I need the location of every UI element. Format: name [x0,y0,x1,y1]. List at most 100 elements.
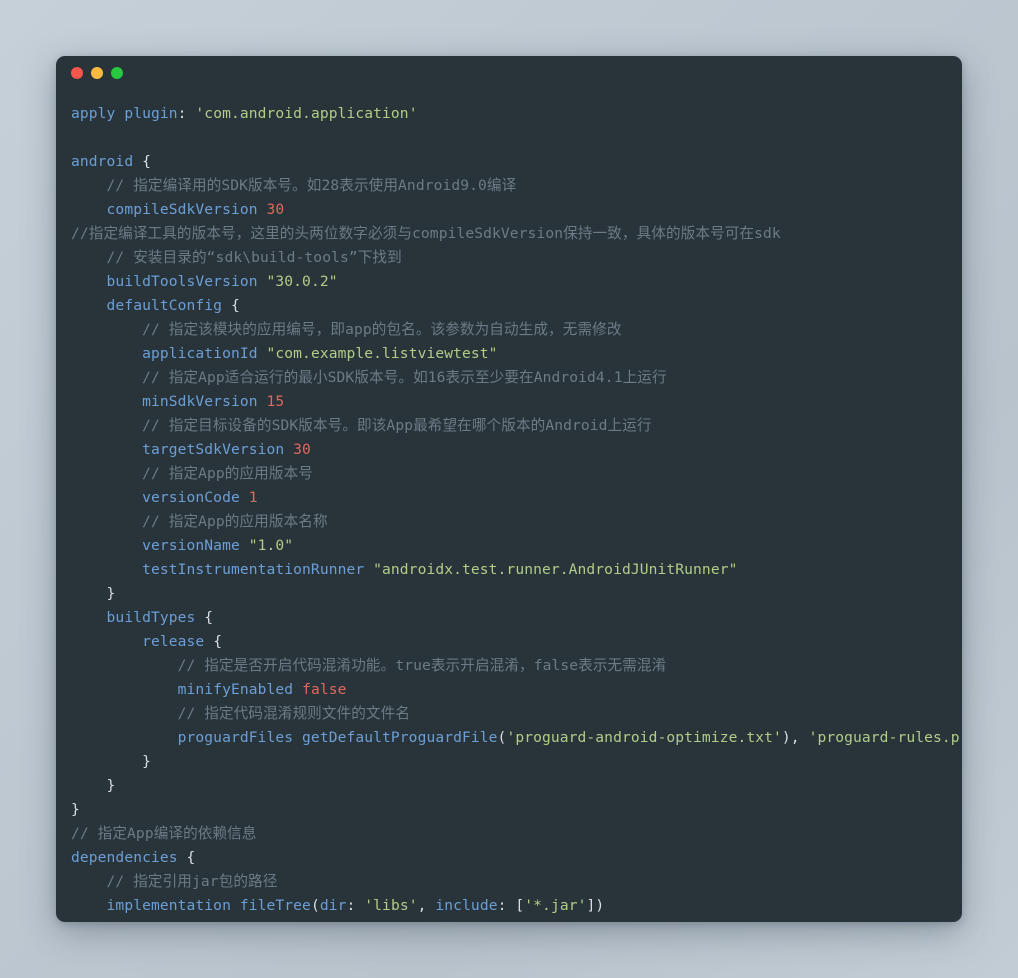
code-token-cmt: // 指定目标设备的SDK版本号。即该App最希望在哪个版本的Android上运… [142,417,652,434]
code-token-kw: versionName [142,537,240,554]
code-line: // 安装目录的“sdk\build-tools”下找到 [56,246,962,270]
code-line: // 指定App的应用版本号 [56,462,962,486]
code-line: proguardFiles getDefaultProguardFile('pr… [56,726,962,750]
code-window: apply plugin: 'com.android.application' … [56,56,962,922]
code-token-pn: } [106,585,116,602]
code-token-cmt: // 指定引用jar包的路径 [106,873,278,890]
code-token-str: "com.example.listviewtest" [266,345,498,362]
code-token-pn: { [195,609,214,626]
code-token-kw: targetSdkVersion [142,441,285,458]
code-token-pn [258,273,267,290]
code-token-pn [240,537,249,554]
code-token-pn: ]) [586,897,605,914]
code-token-cmt: // 指定App的应用版本名称 [142,513,328,530]
code-token-kw: minSdkVersion [142,393,258,410]
code-token-num: false [302,681,347,698]
code-line: implementation fileTree(dir: 'libs', inc… [56,894,962,918]
code-line: targetSdkVersion 30 [56,438,962,462]
code-token-cmt: // 指定编译用的SDK版本号。如28表示使用Android9.0编译 [106,177,517,194]
code-token-str: '*.jar' [524,897,587,914]
code-token-pn: } [142,753,151,770]
code-line: // 指定是否开启代码混淆功能。true表示开启混淆，false表示无需混淆 [56,654,962,678]
code-line: // 指定编译用的SDK版本号。如28表示使用Android9.0编译 [56,174,962,198]
code-line: } [56,750,962,774]
code-token-kw: compileSdkVersion [106,201,258,218]
code-token-pn: : [346,897,365,914]
code-line: minifyEnabled false [56,678,962,702]
code-token-kw: buildToolsVersion [106,273,258,290]
code-token-kw: implementation fileTree [106,897,311,914]
maximize-window-button[interactable] [111,67,123,79]
code-line: buildTypes { [56,606,962,630]
code-token-str: 'proguard-android-optimize.txt' [506,729,782,746]
code-line: // 指定App的应用版本名称 [56,510,962,534]
code-token-pn [258,201,267,218]
code-line: } [56,774,962,798]
code-token-pn [231,921,240,922]
code-line: buildToolsVersion "30.0.2" [56,270,962,294]
code-token-str: 'libs' [364,897,418,914]
code-token-pn [240,489,249,506]
code-token-pn [293,681,302,698]
code-token-cmt: // 指定是否开启代码混淆功能。true表示开启混淆，false表示无需混淆 [177,657,667,674]
code-line: versionCode 1 [56,486,962,510]
code-token-pn: } [71,801,80,818]
code-line: dependencies { [56,846,962,870]
code-line: // 指定该模块的应用编号，即app的包名。该参数为自动生成，无需修改 [56,318,962,342]
minimize-window-button[interactable] [91,67,103,79]
code-token-kw: android [71,153,134,170]
code-token-pn [364,561,373,578]
code-line: defaultConfig { [56,294,962,318]
code-token-kw: dir [319,897,347,914]
code-line: versionName "1.0" [56,534,962,558]
code-token-num: 1 [248,489,258,506]
code-line: // 指定引用jar包的路径 [56,870,962,894]
code-token-pn: ( [310,897,320,914]
code-token-kw: defaultConfig [106,297,223,314]
code-token-kw: minifyEnabled [177,681,294,698]
code-line: minSdkVersion 15 [56,390,962,414]
code-token-str: "30.0.2" [266,273,338,290]
code-token-kw: versionCode [142,489,240,506]
code-token-str: 'proguard-rules.pro' [808,729,962,746]
code-token-str: "androidx.test.runner.AndroidJUnitRunner… [373,561,738,578]
code-token-num: 15 [266,393,285,410]
code-token-kw: dependencies [71,849,178,866]
code-line: android { [56,150,962,174]
code-line: release { [56,630,962,654]
code-token-pn: { [222,297,240,314]
code-token-str: "1.0" [248,537,294,554]
code-token-cmt: // 安装目录的“sdk\build-tools”下找到 [106,249,402,266]
code-token-kw: proguardFiles getDefaultProguardFile [177,729,498,746]
code-line: apply plugin: 'com.android.application' [56,102,962,126]
code-line: testInstrumentationRunner "androidx.test… [56,558,962,582]
code-token-pn: { [204,633,223,650]
code-token-kw: buildTypes [106,609,196,626]
code-token-kw: release [142,633,205,650]
code-line: } [56,798,962,822]
close-window-button[interactable] [71,67,83,79]
code-token-cmt: // 指定代码混淆规则文件的文件名 [177,705,411,722]
code-token-pn: : [ [497,897,525,914]
code-token-num: 30 [293,441,311,458]
code-line: applicationId "com.example.listviewtest" [56,342,962,366]
code-editor[interactable]: apply plugin: 'com.android.application' … [56,90,962,922]
code-line: // 指定App编译的依赖信息 [56,822,962,846]
code-line: // 指定代码混淆规则文件的文件名 [56,702,962,726]
code-token-pn: : [177,105,196,122]
code-token-pn: ), [781,729,809,746]
code-token-pn: } [106,777,116,794]
code-line: //指定编译工具的版本号，这里的头两位数字必须与compileSdkVersio… [56,222,962,246]
code-line: // 指定App适合运行的最小SDK版本号。如16表示至少要在Android4.… [56,366,962,390]
code-token-num: 30 [266,201,285,218]
code-token-str: 'com.android.application' [195,105,418,122]
code-line: compileSdkVersion 30 [56,198,962,222]
code-token-cmt: // 指定App编译的依赖信息 [71,825,257,842]
code-token-pn: { [177,849,196,866]
code-token-cmt: // 指定该模块的应用编号，即app的包名。该参数为自动生成，无需修改 [142,321,622,338]
code-token-cmt: // 指定App适合运行的最小SDK版本号。如16表示至少要在Android4.… [142,369,667,386]
code-token-pn [258,345,267,362]
window-titlebar [56,56,962,90]
code-token-pn: { [133,153,151,170]
